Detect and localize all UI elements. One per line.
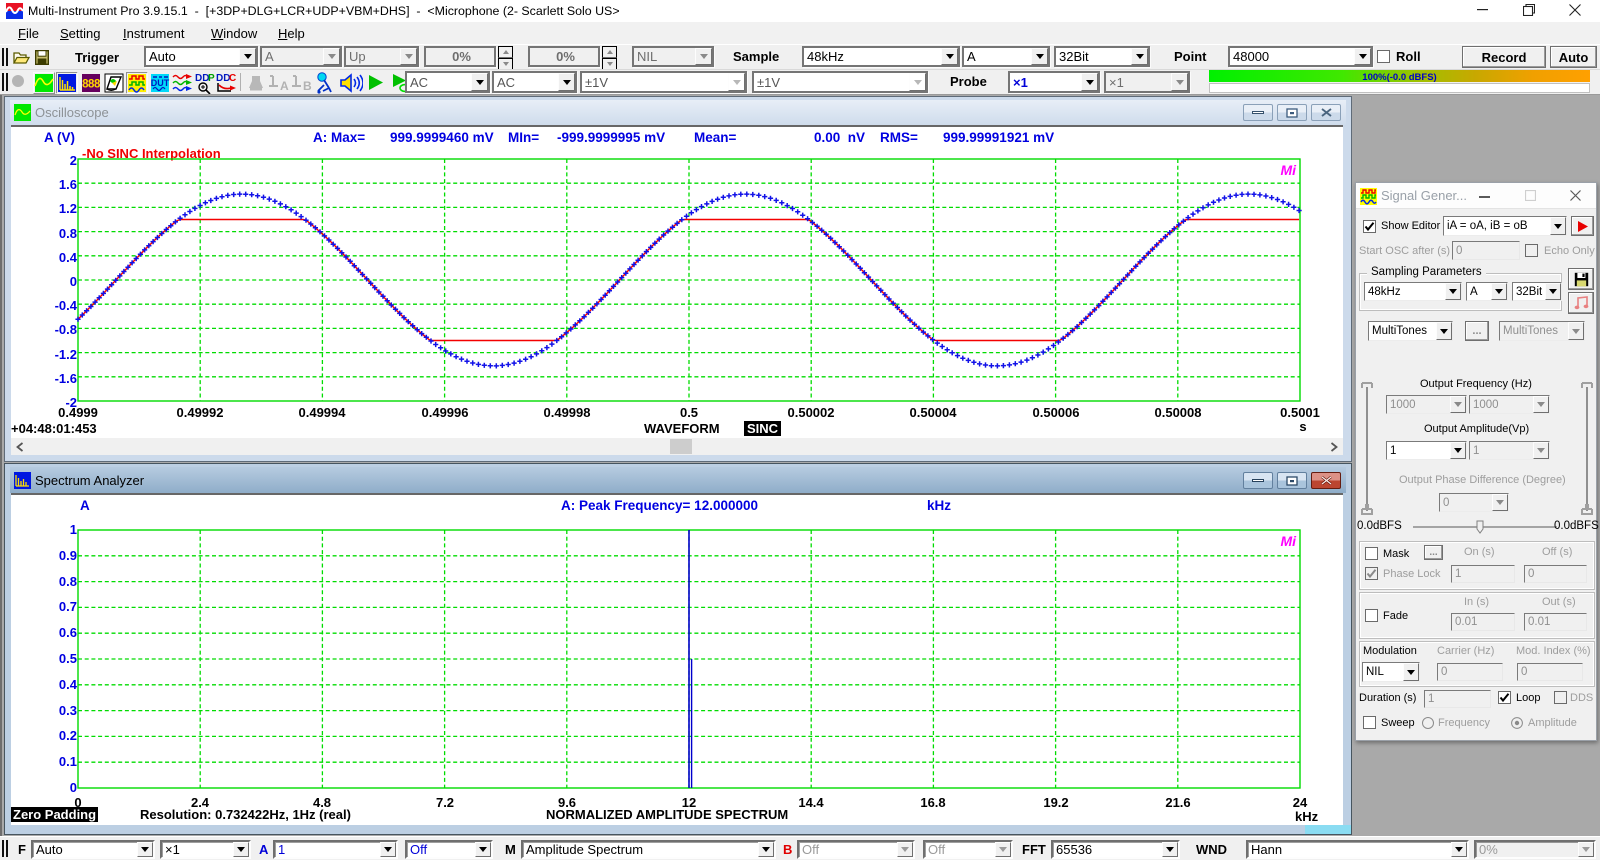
svg-text:DUT: DUT — [151, 78, 170, 88]
svg-text:B: B — [303, 79, 312, 93]
svg-text:Mi: Mi — [1280, 162, 1297, 178]
svg-text:C: C — [229, 73, 236, 84]
svg-text:888: 888 — [82, 79, 101, 91]
svg-text:P: P — [208, 73, 215, 84]
svg-text:Mi: Mi — [1280, 533, 1297, 549]
svg-text:A: A — [280, 79, 289, 93]
